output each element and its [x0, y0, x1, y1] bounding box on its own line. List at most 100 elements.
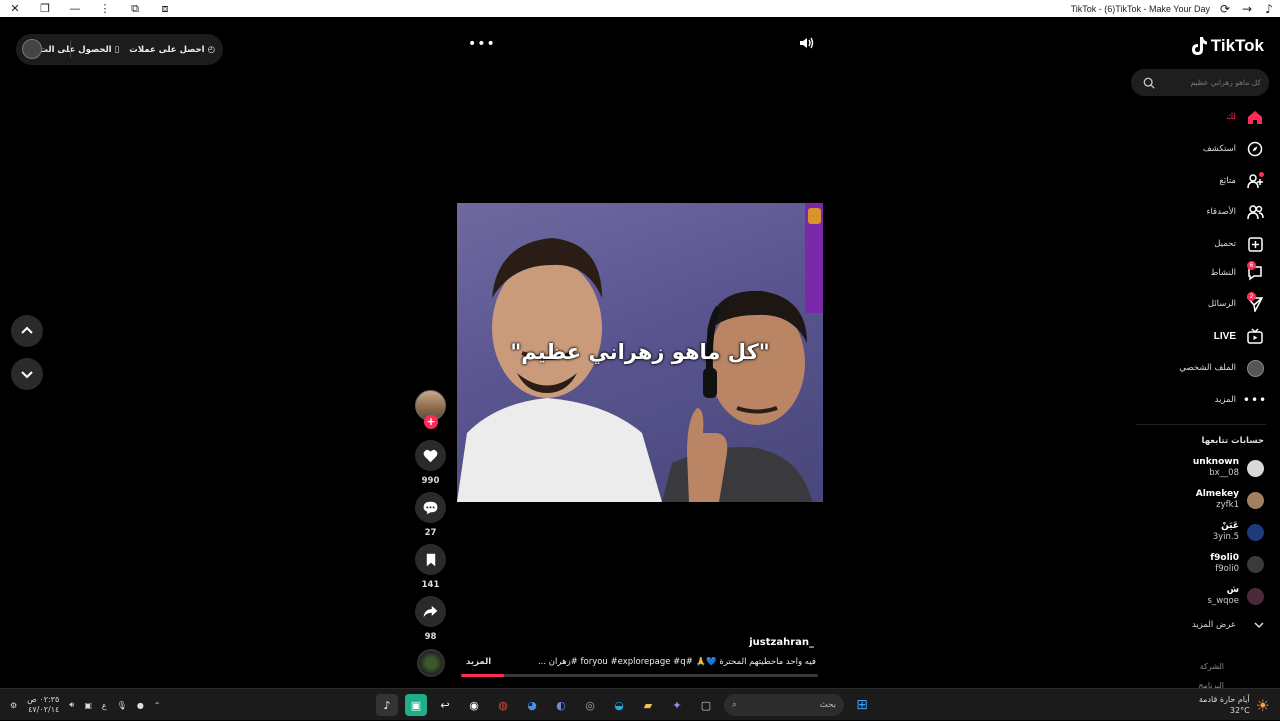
video-options-icon[interactable]: ••• [468, 36, 496, 52]
weather-sun-icon: ☀ [1255, 695, 1270, 715]
microphone-icon[interactable]: 🎙︎ [117, 701, 127, 710]
network-icon[interactable]: ▣ [84, 701, 92, 710]
comment-icon [423, 501, 438, 514]
copilot-icon[interactable]: ✦ [666, 694, 688, 716]
volume-icon[interactable] [798, 36, 816, 50]
windows-start-icon[interactable]: ⊞ [851, 694, 873, 716]
app-arrow-icon[interactable]: ↩ [434, 694, 456, 716]
previous-video-button[interactable] [11, 315, 43, 347]
search-input[interactable]: كل ماهو زهراني عظيم [1190, 78, 1261, 87]
get-coins-label: احصل على عملات [129, 44, 205, 55]
followed-account[interactable]: ش s_wqoe [1208, 583, 1264, 609]
account-handle: f9oli0 [1215, 564, 1239, 574]
followed-account[interactable]: unknown bx__08 [1193, 455, 1264, 481]
sidebar-item-following[interactable]: متابَع [1219, 172, 1264, 190]
more-icon: ••• [1242, 393, 1268, 407]
coin-icon: ◴ [207, 44, 215, 55]
chrome-icon[interactable]: ◕ [521, 694, 543, 716]
menu-kebab-icon[interactable]: ⋮ [90, 0, 120, 17]
coins-pill: ◴ احصل على عملات ▯ الحصول على الت... [16, 34, 223, 65]
account-name: ش [1226, 585, 1239, 595]
tiktok-taskbar-icon[interactable]: ♪ [376, 694, 398, 716]
tiktok-logo[interactable]: TikTok [1190, 36, 1264, 56]
account-avatar [1247, 555, 1264, 573]
live-icon [1246, 327, 1264, 345]
video-author[interactable]: justzahran_ [749, 637, 814, 648]
discord-icon[interactable]: ◐ [550, 694, 572, 716]
taskbar-search[interactable]: بحث ⌕ [724, 694, 844, 716]
like-button[interactable] [415, 440, 446, 471]
video-progress-bar[interactable] [461, 674, 818, 677]
restore-window-icon[interactable]: ❐ [30, 0, 60, 17]
sidebar-item-label: متابَع [1219, 176, 1236, 186]
save-button[interactable] [415, 544, 446, 575]
sidebar-item-label: تحميل [1214, 239, 1236, 249]
account-avatar [1247, 587, 1264, 605]
upload-icon [1246, 235, 1264, 253]
activity-icon: 6 [1246, 261, 1264, 282]
app-red-icon[interactable]: ◍ [492, 694, 514, 716]
following-icon [1246, 172, 1264, 190]
user-avatar[interactable] [22, 39, 42, 59]
app-green-icon[interactable]: ▣ [405, 694, 427, 716]
sidebar-item-messages[interactable]: 2 الرسائل [1208, 292, 1264, 313]
sidebar-item-live[interactable]: LIVE [1214, 327, 1264, 345]
sidebar-item-more[interactable]: ••• المزيد [1215, 391, 1268, 409]
language-indicator[interactable]: ع [102, 701, 107, 710]
sidebar-item-profile[interactable]: الملف الشخصي [1179, 359, 1264, 377]
bookmark-icon [426, 553, 435, 566]
sidebar-item-label: الأصدقاء [1206, 207, 1236, 217]
sidebar-item-explore[interactable]: استكشف [1203, 140, 1264, 158]
pill-divider [70, 40, 71, 58]
sidebar-item-activity[interactable]: 6 النشاط [1210, 261, 1264, 282]
mute-indicator-icon[interactable]: ● [137, 701, 144, 710]
file-explorer-icon[interactable]: ▰ [637, 694, 659, 716]
share-window-icon[interactable]: ⧈ [150, 0, 180, 17]
account-name: unknown [1192, 457, 1239, 467]
next-video-button[interactable] [11, 358, 43, 390]
messages-badge: 2 [1247, 292, 1256, 301]
search-icon[interactable] [1143, 77, 1155, 89]
window-titlebar: ✕ ❐ — ⋮ ⧉ ⧈ TikTok - (6)TikTok - Make Yo… [0, 0, 1280, 17]
sidebar-item-foryou[interactable]: لك [1226, 108, 1264, 126]
forward-icon[interactable]: → [1240, 2, 1254, 16]
get-app-button[interactable]: ▯ الحصول على الت... [30, 45, 120, 55]
minimize-window-icon[interactable]: — [60, 0, 90, 17]
video-player[interactable]: "كل ماهو زهراني عظيم" [457, 203, 823, 502]
clock[interactable]: ٠٢:٣٥ ص ٤٧/٠٢/١٤ [27, 695, 59, 715]
description-more-button[interactable]: المزيد [466, 657, 491, 667]
get-coins-button[interactable]: ◴ احصل على عملات [129, 45, 215, 55]
comment-button[interactable] [415, 492, 446, 523]
account-avatar [1247, 523, 1264, 541]
edge-icon[interactable]: ◒ [608, 694, 630, 716]
follow-plus-icon[interactable]: + [424, 415, 438, 429]
account-handle: 3yin.5 [1212, 532, 1239, 542]
tray-expand-icon[interactable]: ⌃ [154, 701, 161, 710]
settings-tray-icon[interactable]: ⚙ [10, 701, 17, 710]
extensions-icon[interactable]: ⧉ [120, 0, 150, 17]
heart-icon [423, 449, 438, 462]
clock-time: ٠٢:٣٥ ص [27, 695, 60, 704]
search-box[interactable]: كل ماهو زهراني عظيم [1131, 69, 1269, 96]
task-view-icon[interactable]: ▢ [695, 694, 717, 716]
close-window-icon[interactable]: ✕ [0, 0, 30, 17]
followed-account[interactable]: Almekey zyfk1 [1196, 487, 1264, 513]
weather-widget[interactable]: أيام حارة قادمة 32°C [1199, 694, 1250, 716]
followed-account[interactable]: f9oli0 f9oli0 [1210, 551, 1264, 577]
followed-account[interactable]: عَيَنْ 3yin.5 [1213, 519, 1264, 545]
app-circle-icon[interactable]: ◉ [463, 694, 485, 716]
footer-link-company[interactable]: الشركة [1200, 662, 1224, 671]
profile-icon [1246, 359, 1264, 377]
speaker-icon[interactable]: 🔊︎ [69, 700, 74, 710]
sidebar-item-upload[interactable]: تحميل [1214, 235, 1264, 253]
video-progress-fill [461, 674, 504, 677]
reload-icon[interactable]: ⟳ [1218, 2, 1232, 16]
share-button[interactable] [415, 596, 446, 627]
music-disc[interactable] [417, 649, 445, 677]
steam-icon[interactable]: ◎ [579, 694, 601, 716]
see-more-button[interactable]: عرض المزيد [1192, 620, 1264, 630]
compass-icon [1246, 140, 1264, 158]
sidebar-item-friends[interactable]: الأصدقاء [1206, 203, 1264, 221]
phone-icon: ▯ [114, 44, 120, 55]
sidebar-item-label: النشاط [1210, 268, 1236, 278]
